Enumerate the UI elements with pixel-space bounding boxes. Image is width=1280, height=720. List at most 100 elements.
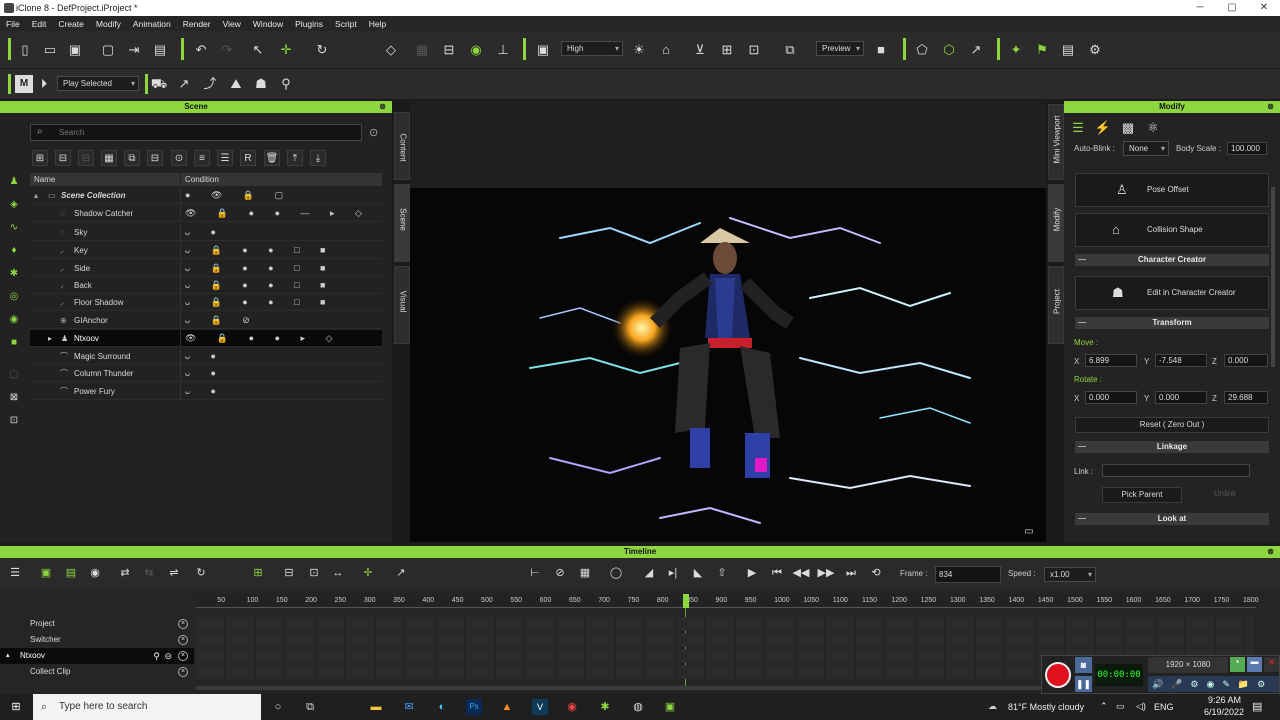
minimize-button[interactable]: ─ — [1188, 2, 1212, 13]
row-condition[interactable]: ᴗ ● — [180, 224, 225, 241]
menu-help[interactable]: Help — [369, 19, 386, 29]
move-up-icon[interactable]: ⤒ — [287, 150, 303, 166]
prev-frame-icon[interactable]: ◀◀ — [792, 564, 810, 582]
blend-icon[interactable]: ⇆ — [140, 564, 158, 582]
row-condition[interactable]: 👁 🔒 ● ● ▸ ◇ — [180, 330, 341, 347]
volume-icon[interactable]: ◁) — [1136, 701, 1146, 712]
record-button[interactable] — [1045, 662, 1071, 688]
playhead-marker[interactable] — [683, 594, 689, 608]
menu-create[interactable]: Create — [58, 19, 84, 29]
camera-icon[interactable]: ■ — [872, 41, 890, 59]
scene-row[interactable]: ⌒ Power Fury ᴗ ● — [30, 383, 382, 400]
recorder-minimize-icon[interactable]: ▪ — [1230, 657, 1245, 672]
filter-frame-icon[interactable]: ⊡ — [6, 413, 22, 429]
rename-icon[interactable]: R — [240, 150, 256, 166]
notifications-icon[interactable]: ▤ — [1252, 700, 1262, 713]
body-scale-input[interactable]: 100.000 — [1227, 142, 1267, 155]
mark-in-icon[interactable]: ◢ — [640, 564, 658, 582]
row-condition[interactable]: ᴗ 🔒 ● ● □ ■ — [180, 277, 334, 294]
auto-blink-dropdown[interactable]: None — [1123, 141, 1169, 156]
flip-icon[interactable]: ⇄ — [116, 564, 134, 582]
list-icon[interactable]: ≡ — [194, 150, 210, 166]
render-view[interactable] — [410, 188, 1046, 542]
ungroup-icon[interactable]: ⧉ — [124, 150, 140, 166]
menu-plugins[interactable]: Plugins — [295, 19, 323, 29]
rotate-z-input[interactable]: 29.688 — [1224, 391, 1268, 404]
menu-script[interactable]: Script — [335, 19, 357, 29]
target-icon[interactable]: ⊙ — [171, 150, 187, 166]
lasso-icon[interactable]: ◯ — [607, 564, 625, 582]
render-icon[interactable]: ▢ — [99, 41, 117, 59]
weather-text[interactable]: 81°F Mostly cloudy — [1008, 702, 1084, 712]
recording-resolution[interactable]: 1920 × 1080 — [1148, 657, 1228, 673]
move-down-icon[interactable]: ⤓ — [310, 150, 326, 166]
clipboard-icon[interactable]: ▤ — [1059, 41, 1077, 59]
add-item-icon[interactable]: ⊟ — [55, 150, 71, 166]
drop-to-floor-icon[interactable]: ⊟ — [440, 41, 458, 59]
track-ntxoov[interactable]: ▴ Ntxoov ⚲ ⊝ × — [0, 648, 194, 664]
vlc-icon[interactable]: ▲ — [499, 699, 515, 715]
first-frame-icon[interactable]: ⏮ — [768, 564, 786, 582]
task-view-icon[interactable]: ⧉ — [302, 699, 318, 715]
simulate-icon[interactable]: ↗ — [967, 41, 985, 59]
track-close-icon[interactable]: × — [178, 651, 188, 661]
linkage-section[interactable]: Linkage — [1075, 441, 1269, 453]
zoom-out-icon[interactable]: ⊡ — [305, 564, 323, 582]
menu-file[interactable]: File — [6, 19, 20, 29]
menu-icon[interactable]: ☰ — [6, 564, 24, 582]
character-creator-section[interactable]: Character Creator — [1075, 254, 1269, 266]
save-icon[interactable]: ▣ — [66, 41, 84, 59]
mail-icon[interactable]: ✉ — [401, 699, 417, 715]
terrain-icon[interactable]: ⛰ — [227, 75, 245, 93]
split-icon[interactable]: ⊢ — [526, 564, 544, 582]
track-close-icon[interactable]: × — [178, 635, 188, 645]
scene-row[interactable]: ⸝ Floor Shadow ᴗ 🔒 ● ● □ ■ — [30, 294, 382, 311]
pick-tool-icon[interactable]: ◇ — [382, 41, 400, 59]
next-frame-icon[interactable]: ▶▶ — [817, 564, 835, 582]
collapse-track-icon[interactable]: ⊝ — [164, 648, 172, 664]
move-tool-icon[interactable]: ✛ — [277, 41, 295, 59]
edit-in-cc-button[interactable]: ☗ Edit in Character Creator — [1075, 276, 1269, 310]
motion-icon[interactable]: ⚡ — [1094, 119, 1112, 137]
filter-avatar-icon[interactable]: ♟ — [6, 174, 22, 190]
softcloth-icon[interactable]: ⬡ — [940, 41, 958, 59]
viewport[interactable]: ▭ — [410, 101, 1046, 542]
app-icon[interactable]: ◍ — [630, 699, 646, 715]
play-mode-dropdown[interactable]: Play Selected — [57, 76, 139, 91]
network-icon[interactable]: ▭ — [1116, 701, 1125, 712]
fit-icon[interactable]: ⊞ — [249, 564, 267, 582]
close-button[interactable]: ✕ — [1252, 2, 1276, 13]
menu-modify[interactable]: Modify — [96, 19, 121, 29]
crowd-icon[interactable]: ☗ — [252, 75, 270, 93]
track-lane[interactable] — [196, 633, 1254, 647]
move-y-input[interactable]: -7.548 — [1155, 354, 1207, 367]
track-filter-icon[interactable]: ▣ — [37, 564, 55, 582]
move-x-input[interactable]: 6.899 — [1085, 354, 1137, 367]
modify-scrollbar[interactable] — [1271, 187, 1275, 367]
search-options-icon[interactable]: ⊙ — [369, 126, 378, 139]
row-condition[interactable]: ᴗ ● — [180, 348, 225, 365]
clock-time[interactable]: 9:26 AM — [1208, 695, 1241, 705]
recorder-tools[interactable]: 🔊🎤⚙◉✎📁⚙ — [1148, 676, 1279, 692]
mark-out-icon[interactable]: ▸| — [664, 564, 682, 582]
vscode-icon[interactable]: V — [532, 699, 548, 715]
curve-icon[interactable]: ↗ — [392, 564, 410, 582]
chrome-icon[interactable]: ◉ — [564, 699, 580, 715]
play-icon[interactable]: ▶ — [743, 564, 761, 582]
close-panel-icon[interactable]: ⊗ — [1267, 101, 1274, 113]
row-condition[interactable]: ᴗ 🔒 ● ● □ ■ — [180, 260, 334, 277]
scene-row[interactable]: ⌒ Column Thunder ᴗ ● — [30, 365, 382, 382]
filter-light-icon[interactable]: ♦ — [6, 243, 22, 259]
loop-icon[interactable]: ⇌ — [165, 564, 183, 582]
tab-scene[interactable]: Scene — [394, 184, 410, 262]
fit-view-icon[interactable]: ⊞ — [718, 41, 736, 59]
rotate-y-input[interactable]: 0.000 — [1155, 391, 1207, 404]
view-down-icon[interactable]: ⊻ — [691, 41, 709, 59]
row-condition[interactable]: 👁 🔒 ● ● — ▸ ◇ — [180, 205, 371, 222]
language-indicator[interactable]: ENG — [1154, 702, 1174, 712]
photoshop-icon[interactable]: Ps — [466, 699, 482, 715]
flag-icon[interactable]: ⚑ — [1033, 41, 1051, 59]
zoom-in-icon[interactable]: ⊟ — [280, 564, 298, 582]
scene-row[interactable]: ◌ Sky ᴗ ● — [30, 224, 382, 241]
recorder-close-icon[interactable]: ✕ — [1264, 657, 1279, 672]
